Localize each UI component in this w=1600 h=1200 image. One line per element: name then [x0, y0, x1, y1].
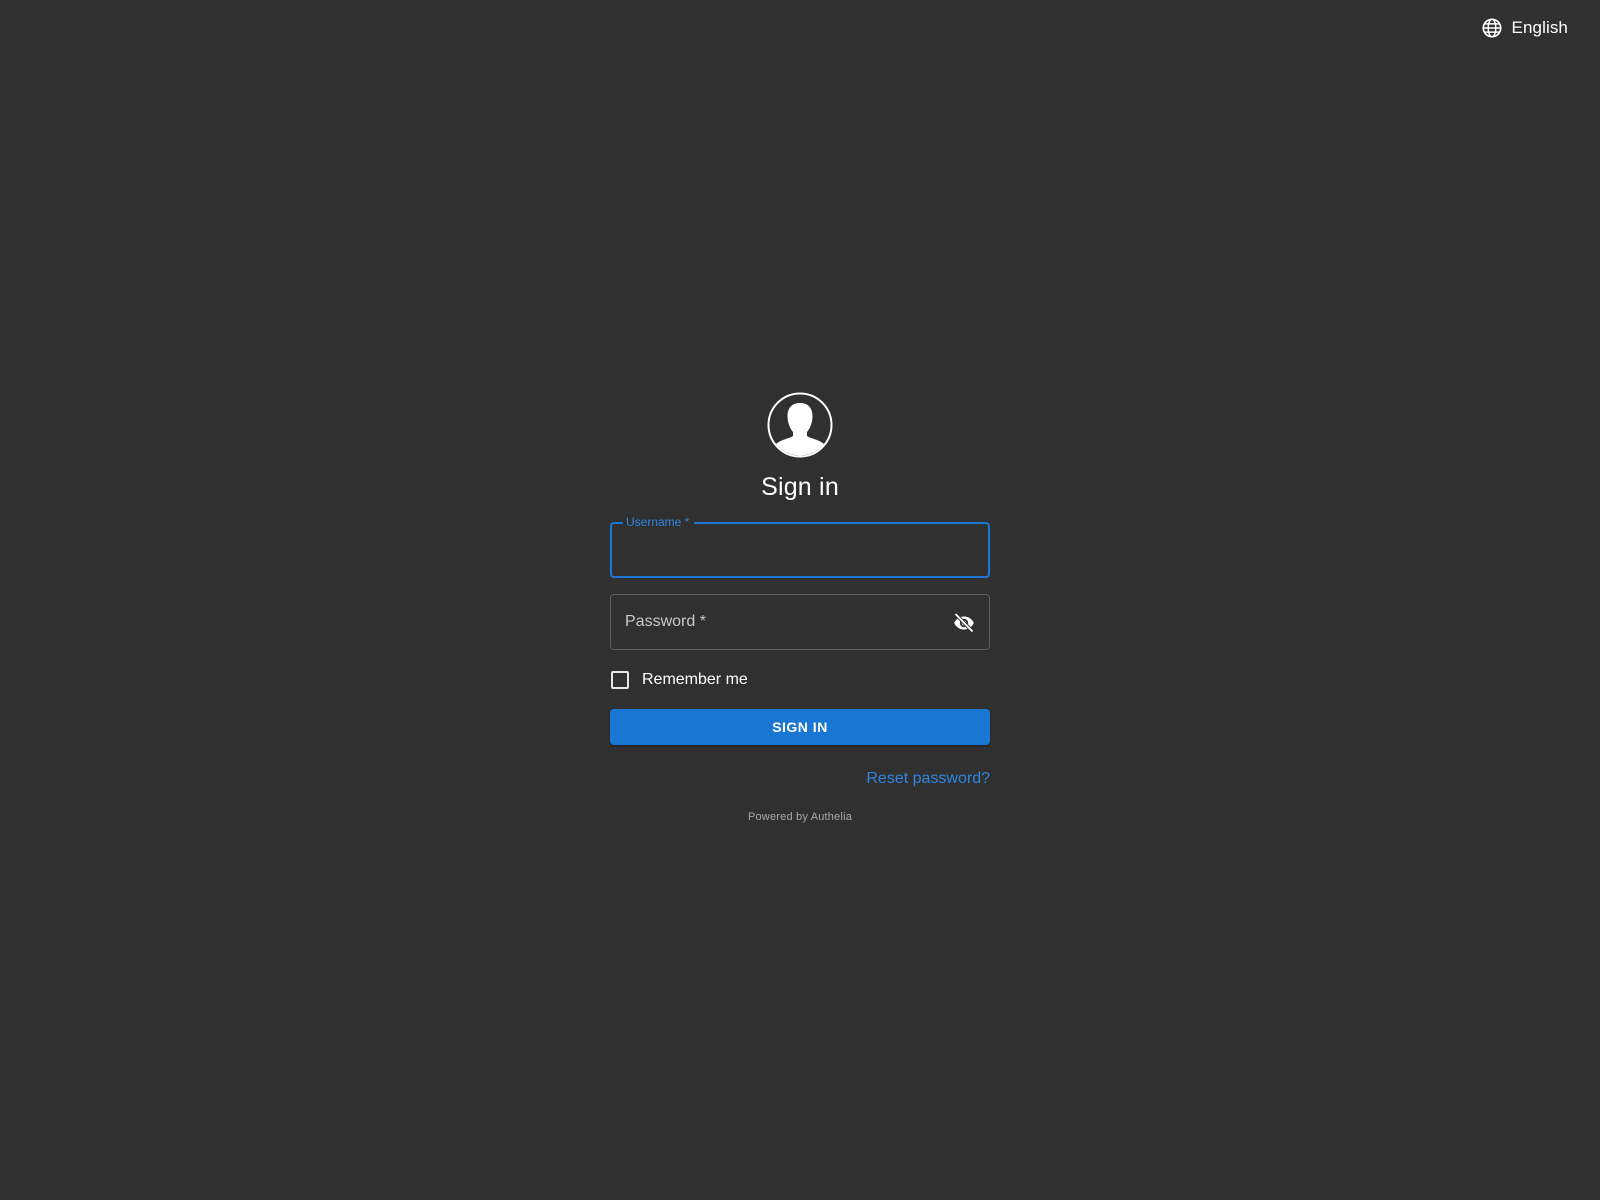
- language-label: English: [1511, 18, 1568, 37]
- remember-me-label: Remember me: [642, 671, 748, 688]
- powered-by: Powered by Authelia: [747, 811, 853, 823]
- globe-icon: [1481, 18, 1502, 38]
- user-avatar-icon: [767, 392, 833, 458]
- language-selector[interactable]: English: [1481, 16, 1568, 40]
- reset-password-link[interactable]: Reset password?: [866, 770, 990, 787]
- password-field[interactable]: Password *: [610, 594, 990, 650]
- username-input[interactable]: [612, 524, 988, 576]
- username-field[interactable]: Username *: [610, 515, 990, 578]
- eye-off-icon[interactable]: [952, 610, 976, 634]
- password-label: Password *: [625, 613, 706, 630]
- remember-me-checkbox[interactable]: [611, 671, 629, 689]
- page-title: Sign in: [761, 473, 839, 501]
- remember-me[interactable]: Remember me: [610, 670, 990, 690]
- sign-in-button[interactable]: SIGN IN: [610, 709, 990, 745]
- login-page: English Sign in Username * Password * Re…: [0, 0, 1600, 1200]
- login-form: Sign in Username * Password * Remember m…: [610, 392, 990, 823]
